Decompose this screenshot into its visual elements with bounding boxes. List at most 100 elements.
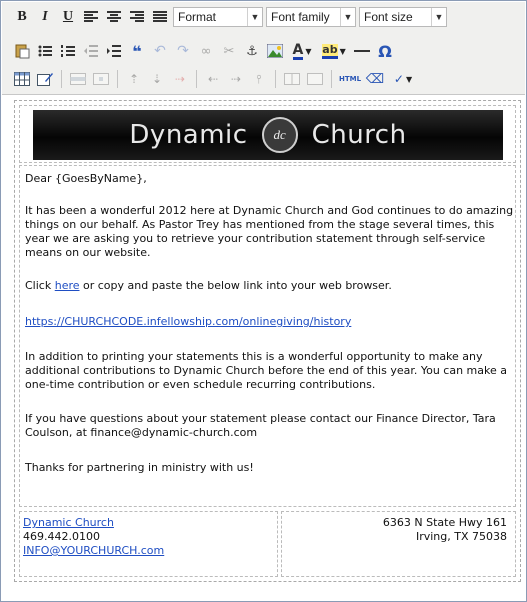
- format-select[interactable]: Format ▼: [173, 7, 263, 27]
- special-char-button[interactable]: Ω: [375, 41, 395, 61]
- church-email-link[interactable]: INFO@YOURCHURCH.com: [23, 544, 164, 557]
- letter-body-cell: Dear {GoesByName}, It has been a wonderf…: [19, 165, 516, 507]
- spellcheck-button[interactable]: ✓ ▼: [388, 69, 418, 89]
- bullet-list-button[interactable]: [35, 41, 55, 61]
- toolbar-separator: [275, 70, 276, 88]
- church-name-link[interactable]: Dynamic Church: [23, 516, 114, 529]
- here-link[interactable]: here: [55, 279, 80, 292]
- row-properties-button[interactable]: [68, 69, 88, 89]
- highlight-color-button[interactable]: ab ▼: [319, 41, 349, 61]
- bullet-list-icon: [38, 45, 52, 57]
- unlink-button[interactable]: ✂: [219, 41, 239, 61]
- church-logo-icon: dc: [261, 117, 298, 153]
- cell-properties-button[interactable]: [91, 69, 111, 89]
- history-url-paragraph: https://CHURCHCODE.infellowship.com/onli…: [25, 315, 515, 329]
- toolbar-separator: [196, 70, 197, 88]
- history-url-link[interactable]: https://CHURCHCODE.infellowship.com/onli…: [25, 315, 351, 328]
- italic-button[interactable]: I: [35, 7, 55, 27]
- font-color-button[interactable]: A ▼: [288, 41, 316, 61]
- editor-content-area[interactable]: Dynamic dc Church Dear {GoesByName}, It …: [14, 100, 521, 582]
- table-properties-button[interactable]: [35, 69, 55, 89]
- delete-row-icon: ⇢: [174, 72, 186, 86]
- font-family-select[interactable]: Font family ▼: [266, 7, 356, 27]
- indent-icon: [107, 45, 121, 57]
- toolbar-row-3: ⇡ ⇣ ⇢ ⇠ ⇢ ⫯ HTML ⌫ ✓ ▼: [12, 68, 421, 90]
- editor-frame: B I U Format ▼ Font family ▼ Font size ▼…: [0, 0, 527, 602]
- unlink-icon: ✂: [223, 43, 235, 59]
- delete-col-icon: ⫯: [256, 71, 262, 86]
- chevron-down-icon: ▼: [305, 46, 312, 56]
- underline-icon: U: [62, 9, 74, 24]
- align-right-button[interactable]: [127, 7, 147, 27]
- paragraph-2: Click here or copy and paste the below l…: [25, 279, 515, 293]
- blockquote-button[interactable]: ❝: [127, 41, 147, 61]
- insert-row-before-button[interactable]: ⇡: [124, 69, 144, 89]
- eraser-icon: ⌫: [365, 71, 385, 87]
- spellcheck-icon: ✓: [393, 72, 404, 86]
- align-left-icon: [84, 11, 98, 22]
- split-cells-icon: [284, 73, 300, 85]
- address-line-2: Irving, TX 75038: [415, 530, 507, 543]
- undo-button[interactable]: ↶: [150, 41, 170, 61]
- table-button[interactable]: [12, 69, 32, 89]
- delete-col-button[interactable]: ⫯: [249, 69, 269, 89]
- row-props-icon: [70, 73, 86, 85]
- toolbar-row-1: B I U Format ▼ Font family ▼ Font size ▼: [12, 6, 450, 28]
- merge-cells-button[interactable]: [305, 69, 325, 89]
- footer-address-cell: 6363 N State Hwy 161 Irving, TX 75038: [281, 511, 516, 577]
- link-button[interactable]: ∞: [196, 41, 216, 61]
- justify-button[interactable]: [150, 7, 170, 27]
- italic-icon: I: [42, 9, 48, 24]
- font-size-select[interactable]: Font size ▼: [359, 7, 447, 27]
- paragraph-4: If you have questions about your stateme…: [25, 412, 496, 439]
- paste-button[interactable]: [12, 41, 32, 61]
- chevron-down-icon: ▼: [340, 8, 355, 26]
- outdent-icon: [84, 45, 98, 57]
- cell-props-icon: [93, 73, 109, 85]
- html-source-icon: HTML: [338, 75, 362, 83]
- table-icon: [14, 72, 30, 86]
- highlight-icon: ab: [322, 43, 338, 59]
- address-line-1: 6363 N State Hwy 161: [382, 516, 507, 529]
- delete-row-button[interactable]: ⇢: [170, 69, 190, 89]
- chevron-down-icon: ▼: [247, 8, 262, 26]
- image-icon: [267, 44, 283, 58]
- image-button[interactable]: [265, 41, 285, 61]
- greeting: Dear {GoesByName},: [25, 172, 147, 185]
- justify-icon: [153, 11, 167, 22]
- banner-word-right: Church: [311, 120, 407, 150]
- paragraph-5: Thanks for partnering in ministry with u…: [25, 461, 254, 474]
- redo-button[interactable]: ↷: [173, 41, 193, 61]
- church-phone: 469.442.0100: [23, 530, 100, 543]
- underline-button[interactable]: U: [58, 7, 78, 27]
- anchor-button[interactable]: ⚓: [242, 41, 262, 61]
- insert-col-after-button[interactable]: ⇢: [226, 69, 246, 89]
- horizontal-rule-button[interactable]: [352, 41, 372, 61]
- insert-row-after-button[interactable]: ⇣: [147, 69, 167, 89]
- font-size-select-label: Font size: [364, 10, 413, 24]
- link-icon: ∞: [200, 43, 212, 59]
- anchor-icon: ⚓: [246, 43, 258, 59]
- bold-button[interactable]: B: [12, 7, 32, 27]
- insert-row-after-icon: ⇣: [151, 72, 163, 86]
- align-left-button[interactable]: [81, 7, 101, 27]
- merge-cells-icon: [307, 73, 323, 85]
- banner-cell: Dynamic dc Church: [19, 105, 516, 163]
- insert-row-before-icon: ⇡: [128, 72, 140, 86]
- split-cells-button[interactable]: [282, 69, 302, 89]
- numbered-list-button[interactable]: [58, 41, 78, 61]
- paste-icon: [15, 44, 30, 59]
- align-right-icon: [130, 11, 144, 22]
- insert-col-before-button[interactable]: ⇠: [203, 69, 223, 89]
- paragraph-2-before: Click: [25, 279, 55, 292]
- html-source-button[interactable]: HTML: [338, 69, 362, 89]
- outdent-button[interactable]: [81, 41, 101, 61]
- align-center-button[interactable]: [104, 7, 124, 27]
- toolbar-separator: [331, 70, 332, 88]
- align-center-icon: [107, 11, 121, 22]
- font-family-select-label: Font family: [271, 10, 330, 24]
- font-color-icon: A: [292, 41, 304, 60]
- indent-button[interactable]: [104, 41, 124, 61]
- cleanup-button[interactable]: ⌫: [365, 69, 385, 89]
- toolbar-separator: [61, 70, 62, 88]
